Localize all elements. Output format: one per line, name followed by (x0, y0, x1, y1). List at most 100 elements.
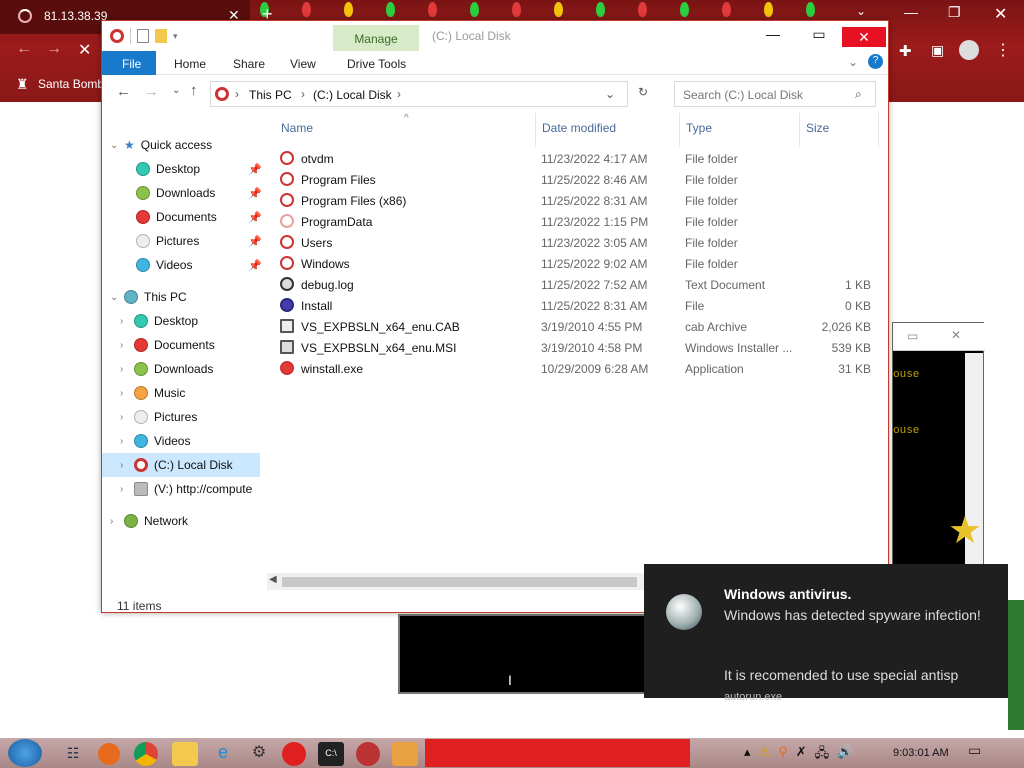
breadcrumb-this-pc[interactable]: This PC (249, 88, 292, 102)
maximize-icon[interactable]: ▭ (796, 21, 842, 49)
task-view-icon[interactable]: ☷ (60, 742, 86, 766)
clock[interactable]: 9:03:01 AM (893, 747, 949, 759)
expand-chevron-icon[interactable]: ⌄ (110, 140, 124, 151)
search-input[interactable]: Search (C:) Local Disk ⌕ (674, 81, 876, 107)
back-icon[interactable]: ← (16, 40, 32, 58)
customize-chevron-icon[interactable]: ▾ (173, 31, 178, 42)
column-size[interactable]: Size (806, 121, 829, 135)
table-row[interactable]: ProgramData 11/23/2022 1:15 PM File folder (272, 212, 882, 233)
show-hidden-icons-icon[interactable]: ▴ (744, 744, 751, 766)
nav-pc-videos[interactable]: › Videos (102, 429, 272, 453)
nav-pc-music[interactable]: › Music (102, 381, 272, 405)
file-explorer-icon[interactable] (172, 742, 198, 766)
breadcrumb-sep-icon[interactable]: › (397, 87, 401, 101)
table-row[interactable]: Users 11/23/2022 3:05 AM File folder (272, 233, 882, 254)
collapse-chevron-icon[interactable]: › (120, 340, 134, 351)
nav-network[interactable]: › Network (102, 509, 272, 533)
bookmark-santa[interactable]: Santa Bomb (0, 72, 110, 96)
app-icon[interactable] (356, 742, 380, 766)
tab-file[interactable]: File (102, 51, 156, 75)
nav-pc-local-disk[interactable]: › (C:) Local Disk (102, 453, 260, 477)
explorer-titlebar[interactable]: ▾ Manage (C:) Local Disk — ▭ ✕ (102, 21, 888, 51)
tools-icon[interactable]: ✗ (796, 744, 807, 766)
installer-icon[interactable]: ⚙ (246, 742, 272, 766)
nav-pc-documents[interactable]: › Documents (102, 333, 272, 357)
collapse-chevron-icon[interactable]: › (110, 516, 124, 527)
scrollbar-thumb[interactable] (282, 577, 637, 587)
column-type[interactable]: Type (686, 121, 712, 135)
console-icon[interactable]: C:\ (318, 742, 344, 766)
chrome-icon[interactable] (134, 742, 158, 766)
table-row[interactable]: debug.log 11/25/2022 7:52 AM Text Document… (272, 275, 882, 296)
expand-chevron-icon[interactable]: ⌄ (110, 292, 124, 303)
breadcrumb-sep-icon[interactable]: › (235, 87, 239, 101)
nav-this-pc[interactable]: ⌄ This PC (102, 285, 272, 309)
help-icon[interactable]: ? (868, 54, 883, 69)
address-dropdown-icon[interactable]: ⌄ (605, 87, 615, 101)
table-row[interactable]: otvdm 11/23/2022 4:17 AM File folder (272, 149, 882, 170)
minimize-browser-icon[interactable]: — (904, 4, 918, 20)
nav-pc-pictures[interactable]: › Pictures (102, 405, 272, 429)
close-icon[interactable]: ✕ (951, 328, 961, 342)
column-name[interactable]: Name (281, 121, 313, 135)
nav-quick-downloads[interactable]: Downloads 📌 (102, 181, 272, 205)
breadcrumb-sep-icon[interactable]: › (301, 87, 305, 101)
table-row[interactable]: winstall.exe 10/29/2009 6:28 AM Applicatio… (272, 359, 882, 380)
collapse-chevron-icon[interactable]: › (120, 412, 134, 423)
taskbar-red-app[interactable] (425, 739, 690, 767)
tab-share[interactable]: Share (219, 51, 279, 75)
restore-browser-icon[interactable]: ❐ (948, 4, 961, 21)
forward-icon[interactable]: → (144, 83, 159, 100)
tab-list-icon[interactable]: ⌄ (856, 4, 866, 18)
collapse-chevron-icon[interactable]: › (120, 388, 134, 399)
console-titlebar[interactable]: ▭ ✕ (893, 323, 985, 351)
column-divider[interactable] (679, 113, 680, 147)
tab-view[interactable]: View (276, 51, 330, 75)
start-button[interactable] (8, 739, 42, 767)
breadcrumb-local-disk[interactable]: (C:) Local Disk (313, 88, 392, 102)
search-key-icon[interactable]: ⚲ (778, 744, 788, 766)
column-divider[interactable] (878, 113, 879, 147)
console-window-2[interactable]: I (398, 614, 648, 694)
forward-icon[interactable]: → (46, 40, 62, 58)
volume-icon[interactable]: 🔊 (837, 744, 853, 766)
nav-quick-access[interactable]: ⌄ ★ Quick access (102, 133, 272, 157)
close-browser-icon[interactable]: ✕ (994, 4, 1007, 24)
firefox-icon[interactable] (98, 743, 120, 765)
recent-locations-icon[interactable]: ⌄ (172, 85, 180, 96)
collapse-chevron-icon[interactable]: › (120, 460, 134, 471)
nav-quick-videos[interactable]: Videos 📌 (102, 253, 272, 277)
close-icon[interactable]: ✕ (842, 27, 886, 47)
refresh-icon[interactable]: ↻ (629, 81, 657, 107)
app-icon-2[interactable] (392, 742, 418, 766)
manage-tab[interactable]: Manage (333, 25, 419, 51)
file-explorer-window[interactable]: ▾ Manage (C:) Local Disk — ▭ ✕ File Home… (101, 20, 889, 613)
stop-icon[interactable]: ✕ (78, 40, 91, 60)
new-folder-icon[interactable] (155, 29, 167, 43)
collapse-chevron-icon[interactable]: › (120, 316, 134, 327)
maximize-icon[interactable]: ▭ (907, 329, 918, 343)
expand-ribbon-icon[interactable]: ⌄ (848, 55, 858, 69)
menu-icon[interactable]: ⋮ (995, 40, 1011, 60)
back-icon[interactable]: ← (116, 83, 131, 100)
notification-toast[interactable]: Windows antivirus. Windows has detected … (644, 564, 1008, 703)
minimize-icon[interactable]: — (750, 21, 796, 49)
nav-pc-desktop[interactable]: › Desktop (102, 309, 272, 333)
profile-icon[interactable] (959, 40, 979, 60)
properties-icon[interactable] (137, 29, 149, 43)
column-divider[interactable] (535, 113, 536, 147)
network-icon[interactable]: 🖧 (815, 744, 830, 766)
collapse-chevron-icon[interactable]: › (120, 484, 134, 495)
nav-quick-documents[interactable]: Documents 📌 (102, 205, 272, 229)
table-row[interactable]: Program Files (x86) 11/25/2022 8:31 AM Fil… (272, 191, 882, 212)
collapse-chevron-icon[interactable]: › (120, 364, 134, 375)
side-panel-icon[interactable]: ▣ (931, 42, 944, 59)
nav-quick-desktop[interactable]: Desktop 📌 (102, 157, 272, 181)
tab-drive-tools[interactable]: Drive Tools (333, 51, 420, 75)
column-date-modified[interactable]: Date modified (542, 121, 616, 135)
scroll-left-icon[interactable]: ◀ (269, 574, 277, 585)
nav-quick-pictures[interactable]: Pictures 📌 (102, 229, 272, 253)
column-divider[interactable] (799, 113, 800, 147)
address-bar[interactable]: › This PC › (C:) Local Disk › ⌄ (210, 81, 628, 107)
warning-icon[interactable]: ⚠ (759, 744, 771, 766)
